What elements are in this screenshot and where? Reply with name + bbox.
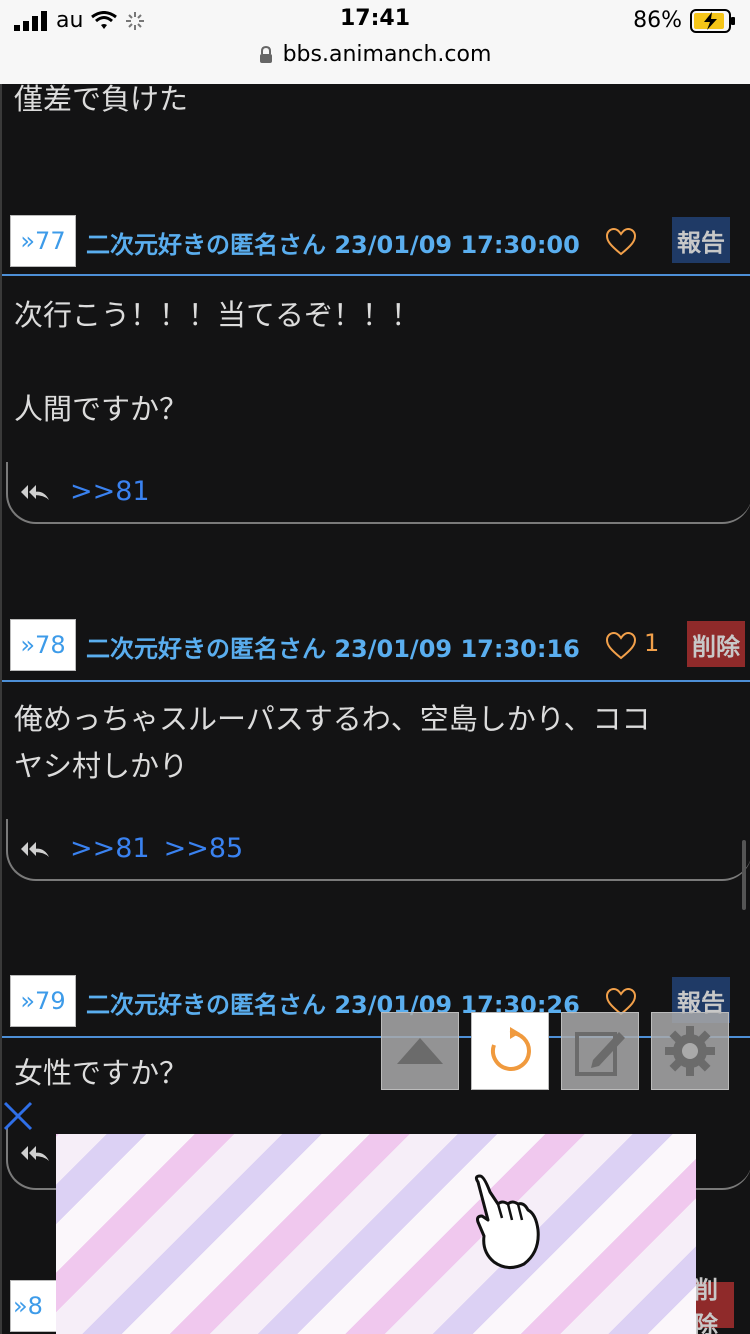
post-number-link[interactable]: »8 xyxy=(10,1280,60,1332)
scrollbar[interactable] xyxy=(742,840,746,910)
divider xyxy=(2,274,750,276)
battery-charging-icon xyxy=(690,8,735,33)
address-bar[interactable]: bbs.animanch.com xyxy=(0,42,750,67)
reload-icon xyxy=(491,1027,531,1071)
ad-banner[interactable] xyxy=(56,1134,696,1334)
post-body-line: 次行こう！！！当てるぞ！！！ xyxy=(14,298,421,332)
reply-all-icon xyxy=(21,1146,49,1161)
status-bar: au 17:41 86% bbs.animanch.com xyxy=(0,0,750,84)
post-header-78: »78 二次元好きの匿名さん 23/01/09 17:30:16 1 削除 xyxy=(2,619,750,677)
post-meta: 二次元好きの匿名さん 23/01/09 17:30:00 xyxy=(86,225,580,260)
post-body-77: 次行こう！！！当てるぞ！！！ 人間ですか？ xyxy=(2,292,432,433)
post-number-link[interactable]: »78 xyxy=(10,619,76,671)
battery-group: 86% xyxy=(633,8,736,33)
reply-link[interactable]: >>85 xyxy=(164,833,244,864)
post-meta: 二次元好きの匿名さん 23/01/09 17:30:16 xyxy=(86,629,580,664)
reply-bar: >>81 xyxy=(6,462,750,524)
reply-row: >>81 >>85 xyxy=(20,833,243,864)
pointing-hand-icon xyxy=(474,1174,540,1269)
lock-icon xyxy=(259,45,272,63)
post-body-78: 俺めっちゃスルーパスするわ、空島しかり、ココ ヤシ村しかり xyxy=(2,696,663,790)
reply-link[interactable]: >>81 xyxy=(70,833,150,864)
post-author: 二次元好きの匿名さん xyxy=(86,991,326,1019)
post-body-line: ヤシ村しかり xyxy=(14,749,189,783)
post-body-line: 僅差で負けた xyxy=(14,84,189,116)
post-body-prev: 僅差で負けた xyxy=(2,84,200,123)
post-body-line xyxy=(14,339,420,386)
reply-link[interactable]: >>81 xyxy=(70,476,150,507)
reply-all-icon xyxy=(21,484,49,500)
post-author: 二次元好きの匿名さん xyxy=(86,635,326,663)
scroll-top-button[interactable] xyxy=(381,1012,459,1090)
post-body-79: 女性ですか？ xyxy=(2,1050,200,1097)
compose-button[interactable] xyxy=(561,1012,639,1090)
heart-icon[interactable] xyxy=(606,632,636,660)
post-header-77: »77 二次元好きの匿名さん 23/01/09 17:30:00 報告 xyxy=(2,215,750,273)
reply-bar: >>81 >>85 xyxy=(6,819,750,881)
divider xyxy=(2,680,750,682)
gear-icon xyxy=(665,1026,715,1076)
reply-row: >>81 xyxy=(20,476,150,507)
delete-button[interactable]: 削除 xyxy=(694,1276,734,1334)
post-body-line: 女性ですか？ xyxy=(14,1056,189,1090)
post-number-link[interactable]: »77 xyxy=(10,215,76,267)
report-button[interactable]: 報告 xyxy=(672,217,730,263)
post-datetime: 23/01/09 17:30:00 xyxy=(334,231,580,259)
reply-all-icon xyxy=(21,841,49,857)
close-icon[interactable] xyxy=(2,1100,34,1132)
post-body-line: 人間ですか？ xyxy=(14,392,189,426)
post-datetime: 23/01/09 17:30:16 xyxy=(334,635,580,663)
reload-button[interactable] xyxy=(471,1012,549,1090)
post-author: 二次元好きの匿名さん xyxy=(86,231,326,259)
delete-button[interactable]: 削除 xyxy=(687,621,745,667)
url-text: bbs.animanch.com xyxy=(282,42,492,67)
post-number-link[interactable]: »79 xyxy=(10,975,76,1027)
triangle-up-icon xyxy=(397,1038,443,1064)
reply-row xyxy=(20,1142,50,1164)
like-count: 1 xyxy=(644,629,660,657)
post-body-line: 俺めっちゃスルーパスするわ、空島しかり、ココ xyxy=(14,702,651,736)
heart-icon[interactable] xyxy=(606,228,636,256)
pencil-icon xyxy=(575,1032,625,1076)
settings-button[interactable] xyxy=(651,1012,729,1090)
battery-percent: 86% xyxy=(633,8,682,33)
